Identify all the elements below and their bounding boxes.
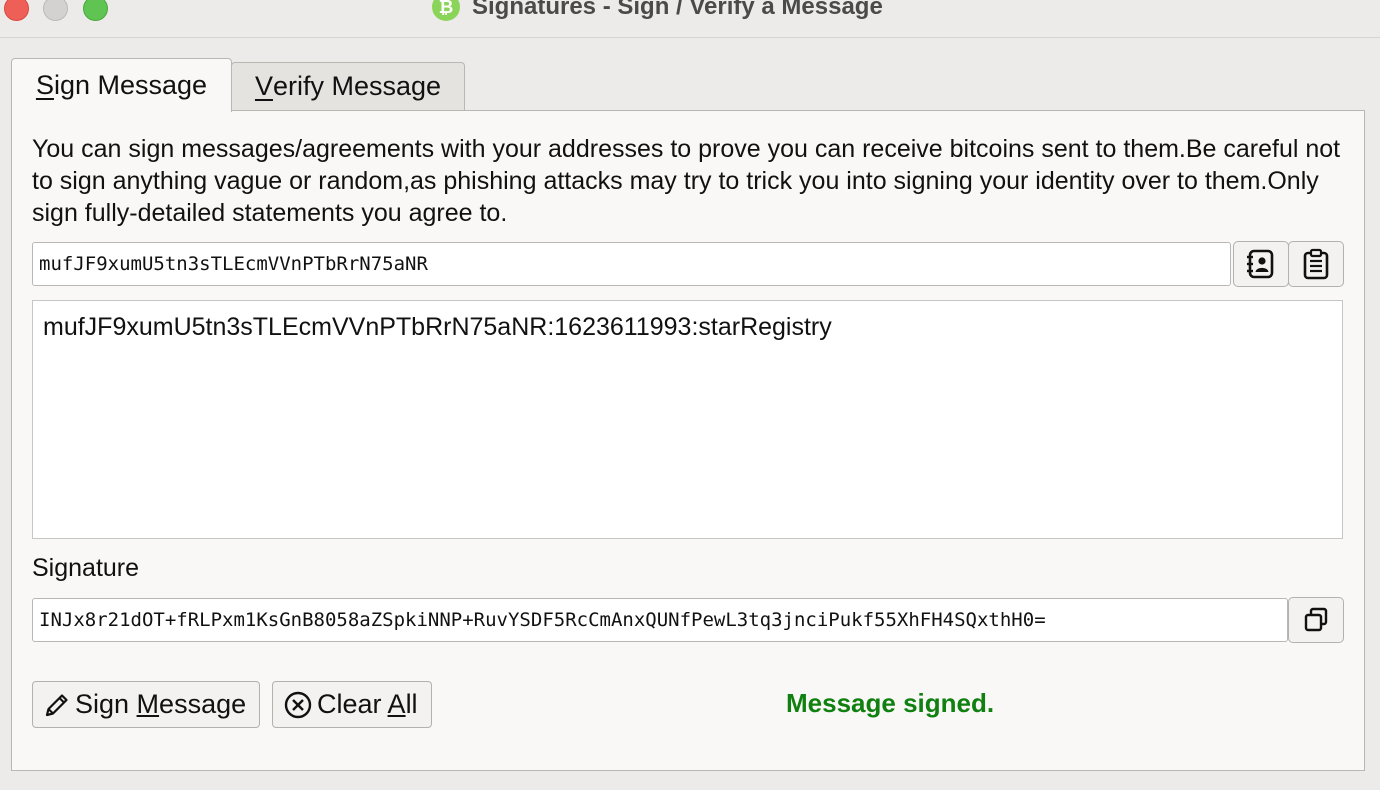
- title-bar: ₿ Signatures - Sign / Verify a Message: [0, 0, 1380, 38]
- tab-verify-label: erify Message: [272, 71, 442, 101]
- tab-verify-mnemonic: V: [254, 71, 273, 101]
- tab-sign-mnemonic: S: [35, 70, 54, 100]
- pencil-icon: [45, 693, 68, 716]
- window-close-button[interactable]: [4, 0, 29, 21]
- signature-label: Signature: [32, 554, 140, 582]
- sign-button-label: Sign Message: [75, 689, 247, 719]
- window-minimize-button[interactable]: [43, 0, 68, 21]
- tab-sign-label: ign Message: [53, 70, 208, 100]
- copy-icon: [1304, 607, 1328, 632]
- signature-output-field[interactable]: INJx8r21dOT+fRLPxm1KsGnB8058aZSpkiNNP+Ru…: [32, 598, 1288, 642]
- tab-verify-message[interactable]: Verify Message: [231, 62, 465, 110]
- choose-address-button[interactable]: [1233, 241, 1289, 287]
- tab-sign-message[interactable]: Sign Message: [11, 58, 232, 112]
- window-maximize-button[interactable]: [83, 0, 108, 21]
- copy-signature-button[interactable]: [1288, 597, 1344, 643]
- paste-icon: [1303, 248, 1329, 280]
- window-title: Signatures - Sign / Verify a Message: [472, 0, 883, 20]
- clear-circle-x-icon: [284, 691, 312, 718]
- address-input[interactable]: mufJF9xumU5tn3sTLEcmVVnPTbRrN75aNR: [32, 242, 1231, 286]
- clear-all-button[interactable]: Clear All: [272, 681, 432, 728]
- sign-description: You can sign messages/agreements with yo…: [32, 135, 1341, 227]
- paste-address-button[interactable]: [1288, 241, 1344, 287]
- address-book-icon: [1247, 249, 1274, 279]
- message-textarea[interactable]: mufJF9xumU5tn3sTLEcmVVnPTbRrN75aNR:16236…: [32, 300, 1343, 539]
- bitcoin-app-icon: ₿: [432, 0, 460, 21]
- status-message: Message signed.: [786, 688, 995, 718]
- sign-message-button[interactable]: Sign Message: [32, 681, 260, 728]
- window-title-group: ₿ Signatures - Sign / Verify a Message: [432, 0, 883, 22]
- clear-button-label: Clear All: [317, 689, 418, 719]
